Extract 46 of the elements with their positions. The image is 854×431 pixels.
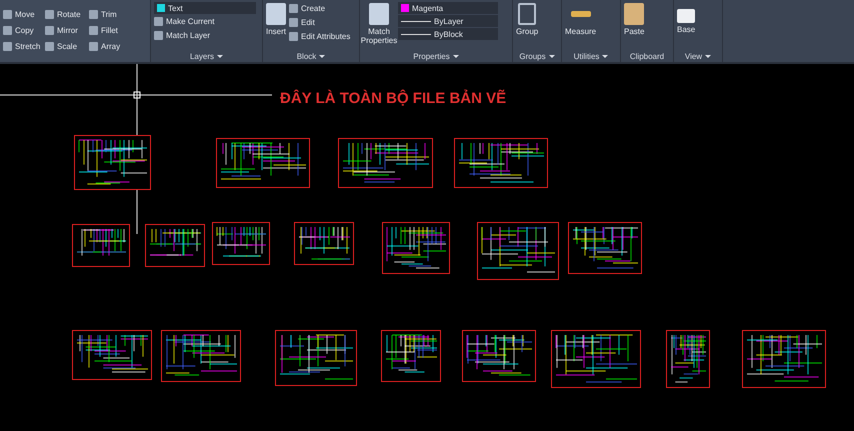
panel-title[interactable]: Groups [516,51,558,62]
layer-dropdown[interactable]: Text [154,2,256,14]
block-tool-button[interactable]: Edit [289,16,350,29]
color-dropdown[interactable]: Magenta [398,2,498,14]
tool-button[interactable]: Rotate [45,8,89,21]
drawing-canvas[interactable]: ĐÂY LÀ TOÀN BỘ FILE BẢN VẼ [0,64,854,431]
caret-icon [452,55,459,58]
drawing-sheet [72,224,130,267]
drawing-sheet [381,330,441,382]
tool-button[interactable]: Array [89,40,135,53]
match-properties-button[interactable]: Match Properties [363,2,395,51]
panel-title[interactable]: Utilities [565,51,617,62]
panel-title[interactable]: Layers [154,51,259,62]
measure-button[interactable]: Measure [565,2,596,51]
caret-icon [705,55,712,58]
tool-button[interactable]: Stretch [3,40,45,53]
drawing-sheet [382,222,450,274]
panel-title[interactable]: Clipboard [624,51,670,62]
panel-title[interactable]: Block [266,51,356,62]
group-button[interactable]: Group [516,2,538,51]
block-tool-button[interactable]: Edit Attributes [289,30,350,43]
layer-tool-button[interactable]: Make Current [154,15,259,28]
base-button[interactable]: Base [677,2,696,51]
caret-icon [319,55,326,58]
linetype-dropdown[interactable]: ByLayer [398,15,498,27]
caret-icon [548,55,555,58]
caret-icon [602,55,608,58]
tool-button[interactable]: Copy [3,24,45,37]
drawing-title: ĐÂY LÀ TOÀN BỘ FILE BẢN VẼ [280,90,506,107]
panel-title[interactable]: View [677,51,719,62]
caret-icon [217,55,223,58]
tool-button[interactable]: Mirror [45,24,89,37]
tool-button[interactable]: Move [3,8,45,21]
lineweight-dropdown[interactable]: ByBlock [398,28,498,40]
layer-tool-button[interactable]: Match Layer [154,29,259,42]
panel-title[interactable]: Properties [363,51,509,62]
drawing-sheet [212,222,270,265]
block-tool-button[interactable]: Create [289,2,350,15]
paste-button[interactable]: Paste [624,2,644,51]
tool-button[interactable]: Scale [45,40,89,53]
tool-button[interactable]: Trim [89,8,135,21]
drawing-sheet [666,330,710,388]
insert-button[interactable]: Insert [266,2,286,51]
tool-button[interactable]: Fillet [89,24,135,37]
drawing-sheet [145,224,205,267]
drawing-sheet [294,222,354,265]
